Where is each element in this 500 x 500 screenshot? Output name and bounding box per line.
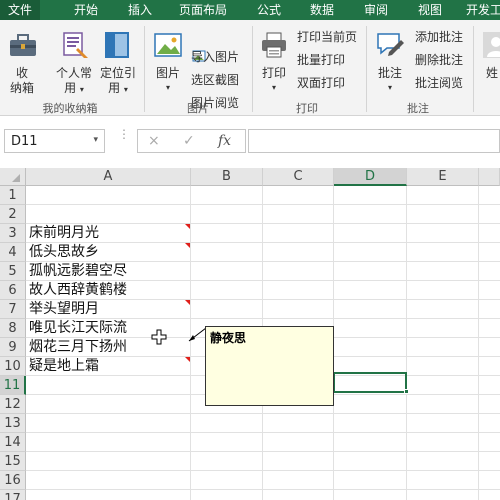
comment-text: 静夜思 [210,331,247,345]
comment-connector [188,327,207,342]
comment-box[interactable]: 静夜思 [205,326,334,406]
